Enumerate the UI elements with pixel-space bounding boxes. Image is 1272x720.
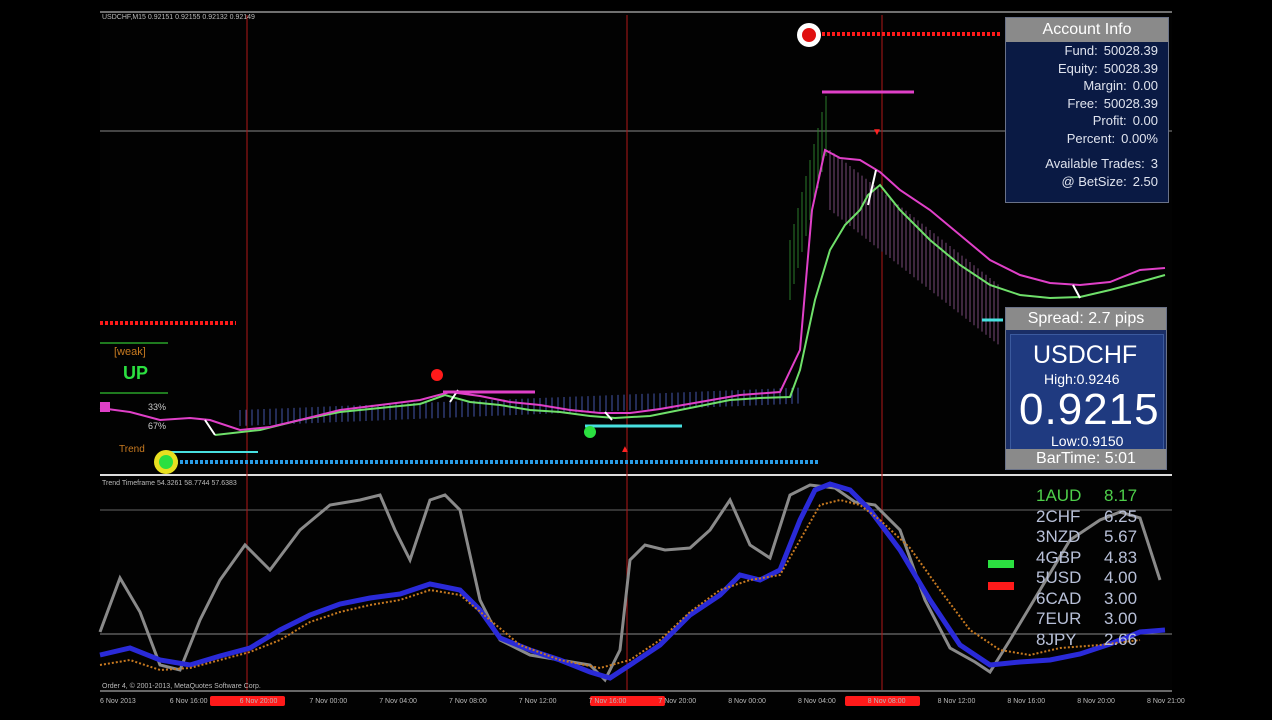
trades-value: 3 bbox=[1150, 156, 1158, 171]
time-tick-label: 7 Nov 08:00 bbox=[449, 698, 487, 705]
white-ma-segment-5 bbox=[1072, 284, 1081, 299]
trades-row: Available Trades: 3 bbox=[1006, 155, 1168, 173]
currency-value: 5.67 bbox=[1104, 527, 1138, 546]
time-tick-label: 8 Nov 20:00 bbox=[1077, 698, 1115, 705]
currency-value: 8.17 bbox=[1104, 486, 1138, 505]
profit-value: 0.00 bbox=[1132, 113, 1158, 128]
time-tick-label: 7 Nov 00:00 bbox=[309, 698, 348, 705]
low-price: Low:0.9150 bbox=[1051, 433, 1124, 449]
time-tick-label: 7 Nov 12:00 bbox=[518, 698, 557, 705]
currency-name: 2CHF bbox=[1036, 506, 1081, 526]
symbol-box: USDCHF High:0.9246 0.9215 Low:0.9150 bbox=[1010, 334, 1164, 450]
time-tick-label: 8 Nov 12:00 bbox=[937, 698, 976, 705]
sell-dot-icon[interactable] bbox=[431, 369, 443, 381]
copyright-text: Order 4, © 2001-2013, MetaQuotes Softwar… bbox=[102, 683, 261, 690]
current-price: 0.9215 bbox=[1019, 385, 1160, 434]
currency-strength-row: 2CHF 6.25 bbox=[1036, 507, 1156, 527]
white-ma-segment-4 bbox=[867, 169, 877, 206]
white-ma-segment-1 bbox=[204, 419, 216, 436]
currency-name: 8JPY bbox=[1036, 629, 1077, 649]
equity-row: Equity: 50028.39 bbox=[1006, 60, 1168, 78]
account-info-title: Account Info bbox=[1006, 18, 1168, 42]
betsize-row: @ BetSize: 2.50 bbox=[1006, 173, 1168, 191]
free-label: Free: bbox=[1067, 95, 1098, 111]
currency-value: 3.00 bbox=[1104, 609, 1138, 628]
sell-arrow-icon: ▼ bbox=[872, 127, 882, 138]
sun-marker-icon[interactable] bbox=[797, 23, 821, 47]
currency-strength-row: 7EUR 3.00 bbox=[1036, 609, 1156, 629]
pct-a-label: 33% bbox=[148, 402, 167, 412]
symbol-name: USDCHF bbox=[1033, 341, 1138, 369]
time-tick-label: 6 Nov 16:00 bbox=[169, 698, 208, 705]
margin-label: Margin: bbox=[1083, 78, 1127, 93]
betsize-value: 2.50 bbox=[1132, 173, 1158, 189]
buy-dot-icon[interactable] bbox=[584, 426, 596, 438]
percent-value: 0.00% bbox=[1121, 130, 1158, 146]
currency-strength-row: 5USD 4.00 bbox=[1036, 568, 1156, 588]
time-tick-label: 6 Nov 2013 bbox=[100, 698, 136, 705]
time-tick-label: 7 Nov 04:00 bbox=[379, 698, 417, 705]
fund-row: Fund: 50028.39 bbox=[1006, 42, 1168, 60]
fund-label: Fund: bbox=[1064, 43, 1098, 58]
free-row: Free: 50028.39 bbox=[1006, 95, 1168, 113]
left-magenta-block bbox=[100, 402, 110, 412]
profit-row: Profit: 0.00 bbox=[1006, 112, 1168, 130]
account-info-panel: Account Info Fund: 50028.39 Equity: 50028.… bbox=[1005, 17, 1169, 203]
time-tick-label: 7 Nov 16:00 bbox=[588, 698, 627, 705]
candlesticks bbox=[239, 96, 999, 426]
currency-name: 3NZD bbox=[1036, 527, 1081, 546]
oscillator-title: Trend Timeframe 54.3261 58.7744 57.6383 bbox=[102, 480, 237, 487]
trend-label: Trend bbox=[119, 444, 145, 455]
window-title: USDCHF,M15 0.92151 0.92155 0.92132 0.921… bbox=[102, 14, 255, 21]
time-tick-label: 8 Nov 16:00 bbox=[1007, 698, 1046, 705]
trades-label: Available Trades: bbox=[1045, 156, 1145, 171]
time-tick-label: 8 Nov 08:00 bbox=[867, 698, 906, 705]
profit-label: Profit: bbox=[1092, 113, 1127, 128]
currency-value: 2.66 bbox=[1104, 629, 1138, 649]
currency-strength-row: 8JPY 2.66 bbox=[1036, 630, 1156, 650]
equity-label: Equity: bbox=[1058, 60, 1098, 76]
currency-strength-row: 1AUD 8.17 bbox=[1036, 486, 1156, 506]
currency-strength-row: 4GBP 4.83 bbox=[1036, 548, 1156, 568]
margin-value: 0.00 bbox=[1132, 78, 1158, 93]
currency-strength-row: 3NZD 5.67 bbox=[1036, 527, 1156, 547]
percent-label: Percent: bbox=[1066, 130, 1116, 146]
price-info-panel: Spread: 2.7 pips USDCHF High:0.9246 0.92… bbox=[1005, 307, 1167, 470]
spread-label: Spread: 2.7 pips bbox=[1006, 308, 1166, 330]
time-tick-label: 8 Nov 04:00 bbox=[798, 698, 836, 705]
direction-label: UP bbox=[123, 363, 149, 383]
bar-time: BarTime: 5:01 bbox=[1006, 449, 1166, 469]
account-spacer bbox=[1006, 147, 1168, 155]
percent-row: Percent: 0.00% bbox=[1006, 130, 1168, 148]
time-tick-label: 8 Nov 00:00 bbox=[728, 698, 766, 705]
green-sun-marker-icon[interactable] bbox=[154, 450, 178, 474]
red-bar-icon bbox=[988, 582, 1014, 590]
time-tick-label: 6 Nov 20:00 bbox=[239, 698, 278, 705]
margin-row: Margin: 0.00 bbox=[1006, 77, 1168, 95]
pct-b-label: 67% bbox=[148, 421, 167, 431]
currency-value: 4.83 bbox=[1104, 547, 1138, 567]
fund-value: 50028.39 bbox=[1103, 43, 1158, 58]
currency-value: 6.25 bbox=[1104, 506, 1138, 526]
free-value: 50028.39 bbox=[1103, 95, 1158, 111]
currency-name: 4GBP bbox=[1036, 547, 1082, 567]
currency-value: 4.00 bbox=[1104, 568, 1138, 587]
green-bar-icon bbox=[988, 560, 1014, 568]
equity-value: 50028.39 bbox=[1103, 60, 1158, 76]
time-tick-label: 8 Nov 21:00 bbox=[1147, 698, 1185, 705]
currency-strength-row: 6CAD 3.00 bbox=[1036, 589, 1156, 609]
exit-arrow-icon: ▲ bbox=[620, 444, 630, 455]
currency-name: 1AUD bbox=[1036, 486, 1082, 505]
currency-value: 3.00 bbox=[1104, 588, 1138, 608]
currency-name: 5USD bbox=[1036, 568, 1082, 587]
trading-terminal: ▼ ▲ USDCHF,M15 0.92151 0.92155 0.92132 0… bbox=[0, 0, 1272, 720]
currency-name: 6CAD bbox=[1036, 588, 1082, 608]
betsize-label: @ BetSize: bbox=[1061, 173, 1127, 189]
weak-label: [weak] bbox=[114, 346, 146, 358]
currency-name: 7EUR bbox=[1036, 609, 1082, 628]
time-tick-label: 7 Nov 20:00 bbox=[658, 698, 697, 705]
